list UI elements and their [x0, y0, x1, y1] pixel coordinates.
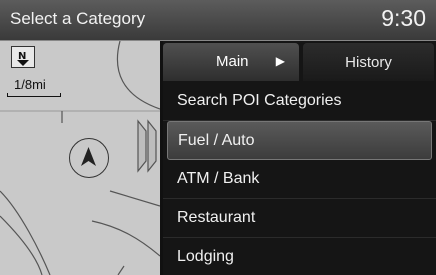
tab-main-label: Main: [216, 53, 249, 70]
category-list: Search POI Categories Fuel / Auto ATM / …: [163, 82, 436, 275]
list-item-label: Search POI Categories: [177, 92, 342, 109]
navigation-screen: Select a Category 9:30 N 1/8mi Main ▶ Hi…: [0, 0, 436, 275]
list-item-lodging[interactable]: Lodging: [163, 238, 436, 275]
map-view[interactable]: N 1/8mi: [0, 41, 160, 275]
vehicle-position-icon: [69, 138, 109, 178]
screen-title: Select a Category: [10, 9, 146, 28]
clock: 9:30: [381, 5, 426, 31]
north-up-icon[interactable]: N: [11, 46, 35, 68]
list-item-fuel-auto[interactable]: Fuel / Auto: [167, 121, 432, 160]
list-item-label: Fuel / Auto: [178, 132, 255, 149]
list-item-search-poi-categories[interactable]: Search POI Categories: [163, 82, 436, 121]
tab-history-label: History: [345, 53, 392, 71]
list-item-restaurant[interactable]: Restaurant: [163, 199, 436, 238]
list-item-label: Restaurant: [177, 209, 256, 226]
category-panel: Main ▶ History Search POI Categories Fue…: [163, 41, 436, 275]
list-item-label: ATM / Bank: [177, 170, 260, 187]
map-scale-bar: [7, 93, 61, 97]
list-item-label: Lodging: [177, 248, 234, 265]
tab-main[interactable]: Main ▶: [163, 43, 299, 81]
map-scale-label: 1/8mi: [14, 77, 46, 92]
title-bar: Select a Category 9:30: [0, 0, 436, 41]
list-item-atm-bank[interactable]: ATM / Bank: [163, 160, 436, 199]
play-arrow-icon: ▶: [275, 54, 285, 68]
tab-history[interactable]: History: [303, 43, 434, 81]
